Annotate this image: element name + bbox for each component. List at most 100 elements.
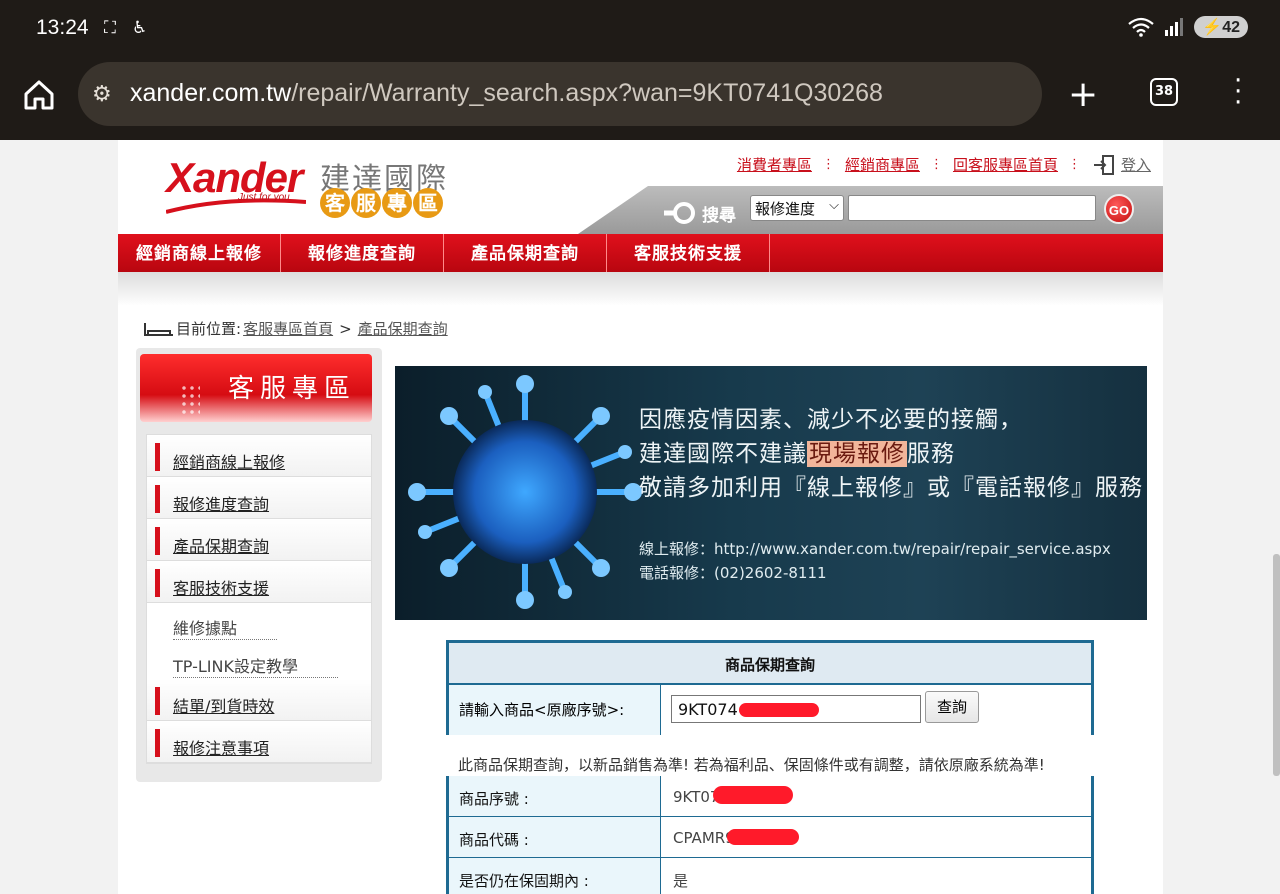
query-button[interactable]: 查詢	[925, 691, 979, 723]
nav-repair-status[interactable]: 報修進度查詢	[281, 234, 444, 272]
go-button[interactable]: GO	[1104, 194, 1134, 224]
sidebar-item-repair-status[interactable]: 報修進度查詢	[147, 477, 371, 519]
wifi-icon	[1128, 17, 1154, 37]
warranty-result-table: 商品序號 : 9KT07 商品代碼 : CPAMR9- 是否仍在保固期內 : 是	[446, 776, 1094, 894]
login-link[interactable]: 登入	[1121, 154, 1151, 175]
top-links: 消費者專區 ⋮ 經銷商專區 ⋮ 回客服專區首頁 ⋮ 登入	[737, 154, 1151, 175]
consumer-link[interactable]: 消費者專區	[737, 154, 812, 175]
location-icon	[144, 322, 173, 336]
dealer-link[interactable]: 經銷商專區	[845, 154, 920, 175]
status-time: 13:24	[36, 16, 89, 39]
home-icon[interactable]	[22, 78, 56, 112]
sidebar-item-delivery-time[interactable]: 結單/到貨時效	[147, 679, 371, 721]
sidebar-subitem-label[interactable]: TP-LINK設定教學	[173, 653, 338, 678]
covid-highlight: 現場報修	[807, 441, 907, 467]
covid-notice-banner: 因應疫情因素、減少不必要的接觸， 建達國際不建議現場報修服務 敬請多加利用『線上…	[395, 366, 1147, 620]
serial-input-row: 請輸入商品<原廠序號>: 9KT074 8 查詢	[449, 685, 1091, 735]
logo-char: 服	[351, 188, 381, 218]
result-key: 是否仍在保固期內 :	[449, 858, 661, 894]
result-row-product-code: 商品代碼 : CPAMR9-	[449, 817, 1091, 858]
redaction-mark	[739, 703, 819, 717]
tab-switcher-button[interactable]: 38	[1150, 78, 1178, 106]
logo-char: 區	[413, 188, 443, 218]
warranty-notice: 此商品保期查詢，以新品銷售為準! 若為福利品、保固條件或有調整，請依原廠系統為準…	[458, 756, 1045, 774]
result-key: 商品代碼 :	[449, 817, 661, 857]
search-type-select[interactable]: 報修進度 ⌵	[750, 195, 844, 221]
browser-toolbar: ⚙ xander.com.tw/repair/Warranty_search.a…	[0, 60, 1280, 140]
battery-indicator: ⚡42	[1194, 16, 1248, 38]
breadcrumb-separator: >	[339, 319, 352, 338]
covid-line-2-a: 建達國際不建議	[639, 441, 807, 467]
covid-line-3: 敬請多加利用『線上報修』或『電話報修』服務	[639, 475, 1143, 501]
result-key: 商品序號 :	[449, 776, 661, 816]
sidebar-item-label[interactable]: 報修進度查詢	[173, 491, 269, 515]
item-marker	[155, 687, 160, 715]
link-separator: ⋮	[821, 157, 835, 172]
page-scrollbar[interactable]	[1273, 554, 1280, 776]
main-nav: 經銷商線上報修 報修進度查詢 產品保期查詢 客服技術支援	[118, 234, 1163, 272]
search-label-text: 搜尋	[702, 205, 736, 226]
item-marker	[155, 485, 160, 513]
nav-dealer-repair[interactable]: 經銷商線上報修	[118, 234, 281, 272]
status-bar: 13:24 ⛶ ♿ ⚡42	[0, 0, 1280, 60]
sidebar-item-label[interactable]: 客服技術支援	[173, 575, 269, 599]
result-row-in-warranty: 是否仍在保固期內 : 是	[449, 858, 1091, 894]
chevron-down-icon: ⌵	[829, 198, 839, 213]
breadcrumb-prefix: 目前位置:	[176, 320, 242, 338]
search-select-value: 報修進度	[755, 200, 816, 218]
nav-tech-support[interactable]: 客服技術支援	[607, 234, 770, 272]
sidebar-item-warranty[interactable]: 產品保期查詢	[147, 519, 371, 561]
breadcrumb-home-link[interactable]: 客服專區首頁	[243, 318, 333, 339]
sidebar-item-dealer-repair[interactable]: 經銷商線上報修	[147, 435, 371, 477]
sidebar-item-label[interactable]: 經銷商線上報修	[173, 449, 285, 473]
warranty-query-table: 商品保期查詢 請輸入商品<原廠序號>: 9KT074 8 查詢	[446, 640, 1094, 735]
sidebar-banner: 客服專區	[140, 354, 372, 422]
accessibility-icon: ♿	[132, 18, 148, 38]
sidebar-banner-title: 客服專區	[227, 374, 356, 404]
item-marker	[155, 443, 160, 471]
link-separator: ⋮	[1067, 157, 1081, 172]
covid-line-1: 因應疫情因素、減少不必要的接觸，	[639, 407, 1023, 433]
search-label: 搜尋	[662, 200, 736, 226]
covid-line-2: 建達國際不建議現場報修服務	[639, 434, 955, 468]
logo-tagline: Just for you	[238, 192, 290, 203]
address-bar[interactable]: ⚙ xander.com.tw/repair/Warranty_search.a…	[78, 62, 1042, 126]
overflow-menu-icon[interactable]: · · ·	[1234, 68, 1242, 116]
virus-illustration	[408, 375, 642, 609]
logo-customer-service: 客 服 專 區	[320, 188, 443, 218]
signal-icon	[1165, 18, 1184, 36]
breadcrumb-current-link[interactable]: 產品保期查詢	[358, 318, 448, 339]
sidebar-item-label[interactable]: 報修注意事項	[173, 735, 269, 759]
item-marker	[155, 729, 160, 757]
site-settings-icon[interactable]: ⚙	[92, 82, 112, 107]
redaction-mark	[713, 786, 793, 804]
screenshot-icon: ⛶	[104, 18, 116, 38]
sidebar-menu: 經銷商線上報修 報修進度查詢 產品保期查詢 客服技術支援 維修據點 TP-LIN…	[146, 434, 372, 764]
covid-phone-repair: 電話報修：(02)2602-8111	[639, 564, 827, 582]
sidebar-subitem-tplink[interactable]: TP-LINK設定教學	[147, 641, 371, 679]
serial-input-label: 請輸入商品<原廠序號>:	[449, 685, 661, 735]
sidebar-item-label[interactable]: 結單/到貨時效	[173, 693, 274, 717]
sidebar-item-repair-notes[interactable]: 報修注意事項	[147, 721, 371, 763]
site-header: Xander Just for you 建達國際 客 服 專 區 消費者專區 ⋮…	[118, 140, 1163, 234]
item-marker	[155, 569, 160, 597]
result-value: 是	[673, 872, 689, 890]
search-icon	[664, 202, 695, 224]
logo-char: 客	[320, 188, 350, 218]
sidebar-subitem-label[interactable]: 維修據點	[173, 615, 278, 640]
new-tab-icon[interactable]: +	[1068, 74, 1098, 115]
sidebar-subitem-service-points[interactable]: 維修據點	[147, 603, 371, 641]
redaction-mark	[727, 829, 799, 845]
search-input[interactable]	[848, 195, 1096, 221]
warranty-table-title: 商品保期查詢	[449, 643, 1091, 685]
sidebar: 客服專區 經銷商線上報修 報修進度查詢 產品保期查詢 客服技術支援 維修據點 T…	[136, 348, 382, 782]
login-icon[interactable]	[1093, 154, 1115, 175]
result-row-serial: 商品序號 : 9KT07	[449, 776, 1091, 817]
sidebar-item-tech-support[interactable]: 客服技術支援	[147, 561, 371, 603]
sidebar-item-label[interactable]: 產品保期查詢	[173, 533, 269, 557]
cs-home-link[interactable]: 回客服專區首頁	[953, 154, 1058, 175]
covid-online-repair: 線上報修：http://www.xander.com.tw/repair/rep…	[639, 540, 1111, 558]
url-text[interactable]: xander.com.tw/repair/Warranty_search.asp…	[130, 79, 883, 108]
nav-warranty-query[interactable]: 產品保期查詢	[444, 234, 607, 272]
link-separator: ⋮	[929, 157, 943, 172]
